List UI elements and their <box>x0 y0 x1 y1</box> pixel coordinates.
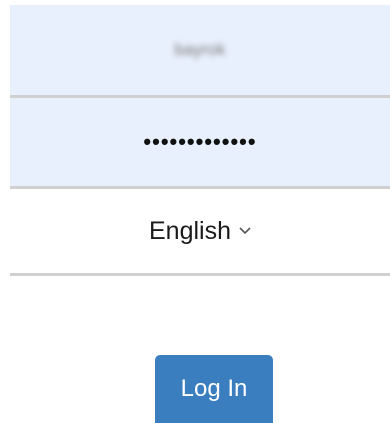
login-button[interactable]: Log In <box>155 355 273 423</box>
password-input[interactable] <box>10 98 390 186</box>
login-form: English Log In <box>0 0 390 423</box>
chevron-down-icon <box>239 222 251 235</box>
language-selected-label: English <box>149 216 231 245</box>
username-field-container <box>10 5 390 95</box>
language-select[interactable]: English <box>10 189 390 273</box>
password-field-container <box>10 98 390 186</box>
divider <box>10 273 390 276</box>
username-input[interactable] <box>10 5 390 95</box>
